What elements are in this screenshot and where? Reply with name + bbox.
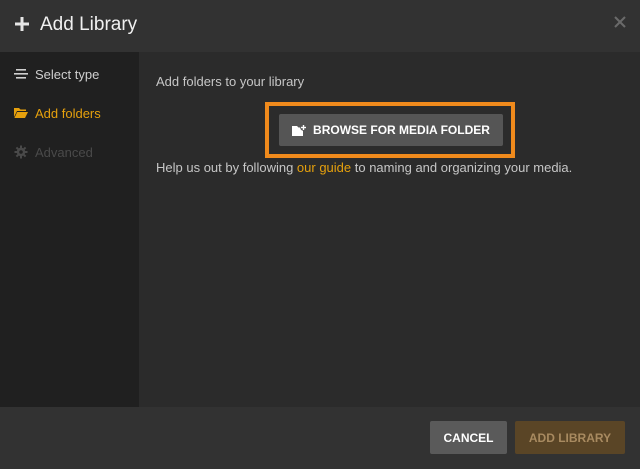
close-icon[interactable] bbox=[614, 16, 626, 28]
help-suffix: to naming and organizing your media. bbox=[351, 160, 573, 175]
dialog-title: Add Library bbox=[40, 14, 138, 35]
list-icon bbox=[14, 69, 28, 79]
sidebar-item-advanced: Advanced bbox=[14, 142, 93, 162]
dialog-footer: CANCEL ADD LIBRARY bbox=[0, 407, 640, 469]
add-library-button[interactable]: ADD LIBRARY bbox=[515, 421, 625, 454]
browse-media-folder-button[interactable]: BROWSE FOR MEDIA FOLDER bbox=[279, 114, 503, 146]
sidebar-item-label: Add folders bbox=[35, 105, 101, 121]
instruction-text: Add folders to your library bbox=[156, 74, 305, 89]
folder-plus-icon bbox=[292, 123, 307, 136]
sidebar-item-label: Select type bbox=[35, 66, 100, 82]
dialog-header: Add Library bbox=[0, 0, 640, 52]
sidebar-item-label: Advanced bbox=[35, 144, 93, 160]
gear-icon bbox=[14, 145, 28, 159]
cancel-button[interactable]: CANCEL bbox=[430, 421, 507, 454]
sidebar-item-add-folders[interactable]: Add folders bbox=[14, 103, 101, 123]
folder-open-icon bbox=[14, 108, 28, 118]
plus-icon bbox=[15, 17, 29, 31]
add-library-dialog: Add Library Select type Add folders Adva… bbox=[0, 0, 640, 469]
help-prefix: Help us out by following bbox=[156, 160, 297, 175]
sidebar: Select type Add folders Advanced bbox=[0, 52, 139, 407]
main-panel: Add folders to your library BROWSE FOR M… bbox=[139, 52, 640, 407]
browse-button-label: BROWSE FOR MEDIA FOLDER bbox=[313, 123, 490, 137]
help-text: Help us out by following our guide to na… bbox=[156, 160, 572, 175]
guide-link[interactable]: our guide bbox=[297, 160, 351, 175]
sidebar-item-select-type[interactable]: Select type bbox=[14, 64, 99, 84]
